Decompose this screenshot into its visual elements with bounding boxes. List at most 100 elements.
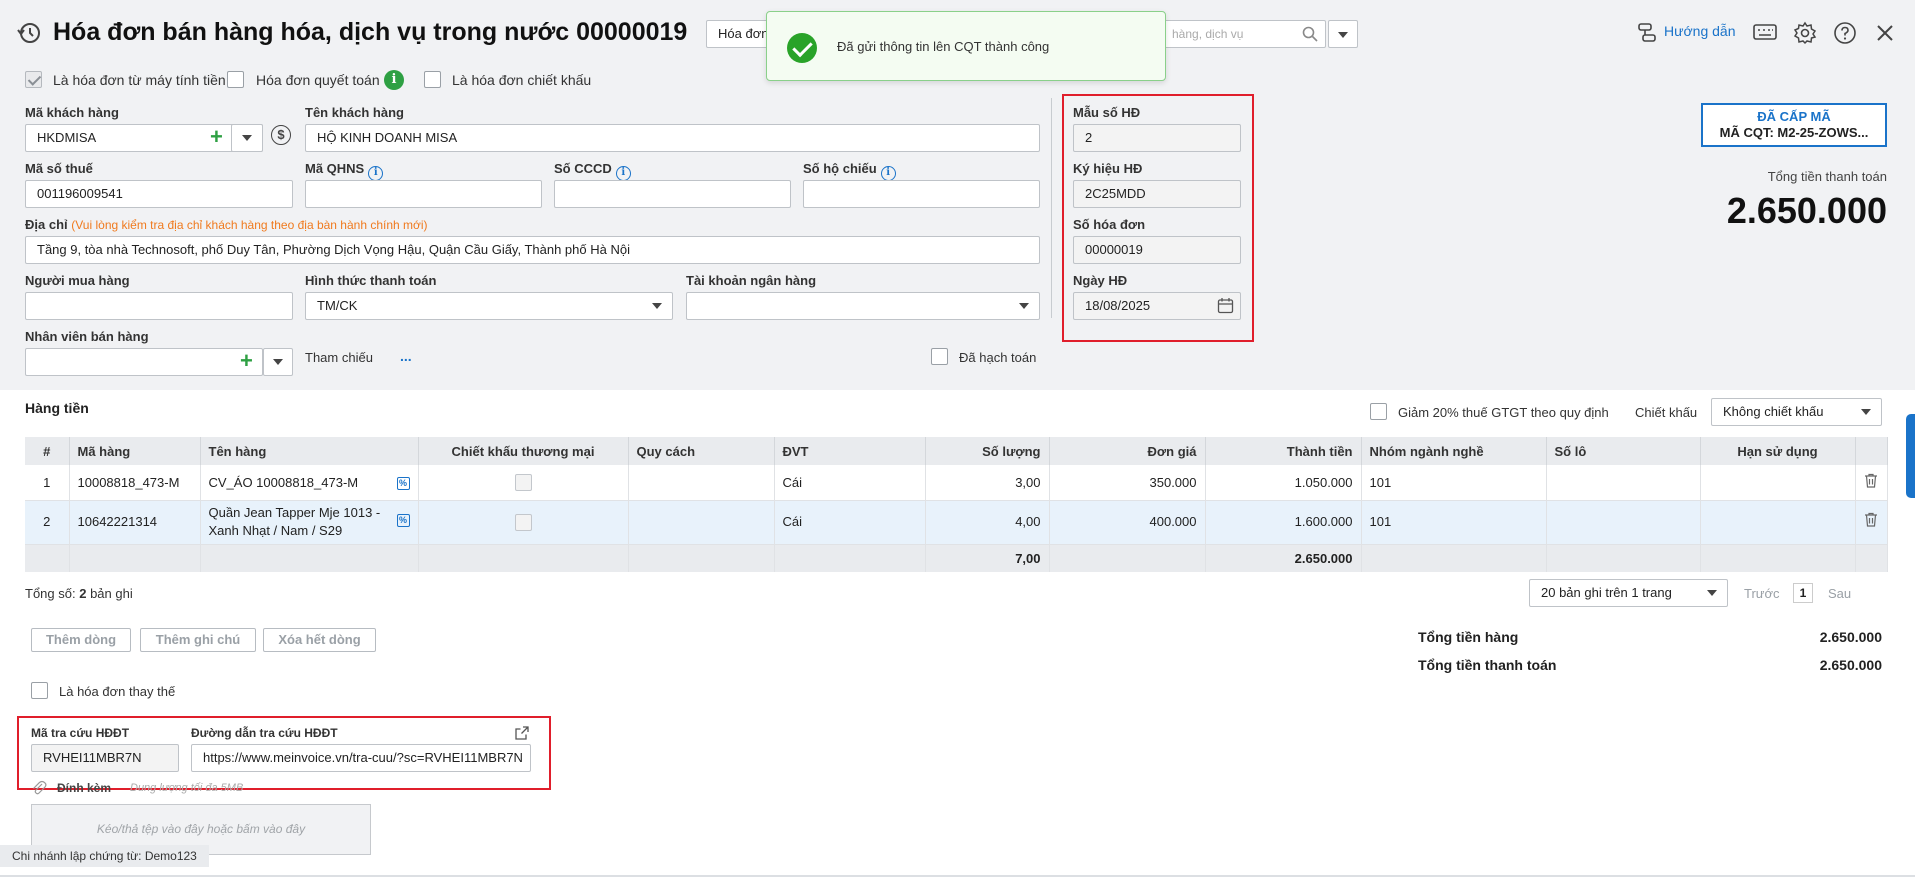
trash-icon[interactable]: [1864, 473, 1878, 488]
quantity-cell[interactable]: 3,00: [925, 465, 1050, 501]
unit-cell[interactable]: Cái: [774, 465, 926, 501]
vat-reduction-checkbox[interactable]: [1370, 403, 1387, 420]
page-title: Hóa đơn bán hàng hóa, dịch vụ trong nước…: [53, 18, 688, 46]
col-header[interactable]: ĐVT: [774, 437, 926, 465]
col-header[interactable]: Mã hàng: [69, 437, 201, 465]
check-circle-icon: [787, 33, 817, 63]
attachment-label: Đính kèm: [57, 781, 112, 795]
replacement-checkbox[interactable]: [31, 682, 48, 699]
table-row[interactable]: 1 10008818_473-M CV_ÁO 10008818_473-M% C…: [25, 465, 1888, 501]
col-header[interactable]: Thành tiền: [1205, 437, 1362, 465]
item-name-cell[interactable]: CV_ÁO 10008818_473-M%: [200, 465, 419, 501]
add-seller-icon[interactable]: +: [240, 350, 253, 372]
price-cell[interactable]: 350.000: [1049, 465, 1206, 501]
expiry-cell[interactable]: [1700, 465, 1856, 501]
item-code[interactable]: 10008818_473-M: [69, 465, 201, 501]
seller-input[interactable]: [25, 348, 263, 376]
side-panel-handle[interactable]: [1906, 414, 1915, 498]
currency-icon[interactable]: $: [271, 125, 291, 145]
search-icon[interactable]: [1302, 26, 1318, 42]
add-customer-icon[interactable]: +: [210, 126, 223, 148]
help-link[interactable]: Hướng dẫn: [1664, 23, 1735, 39]
qhns-input[interactable]: [305, 180, 542, 208]
quantity-cell[interactable]: 4,00: [925, 500, 1050, 545]
trade-discount-cell[interactable]: [418, 465, 629, 501]
history-icon[interactable]: [16, 20, 42, 46]
group-cell[interactable]: 101: [1361, 465, 1547, 501]
chevron-down-icon: [242, 135, 252, 141]
trade-discount-cell[interactable]: [418, 500, 629, 545]
info-icon[interactable]: i: [880, 166, 896, 181]
guide-icon[interactable]: [1636, 22, 1658, 44]
passport-input[interactable]: [803, 180, 1040, 208]
col-header[interactable]: Tên hàng: [200, 437, 419, 465]
info-icon[interactable]: i: [368, 166, 384, 181]
trade-discount-checkbox[interactable]: [514, 473, 532, 491]
lot-cell[interactable]: [1546, 465, 1701, 501]
item-code[interactable]: 10642221314: [69, 500, 201, 545]
col-header[interactable]: Quy cách: [628, 437, 775, 465]
info-icon[interactable]: i: [384, 70, 404, 90]
next-page-button[interactable]: Sau: [1828, 586, 1851, 601]
delete-row-cell[interactable]: [1855, 500, 1888, 545]
bank-account-select[interactable]: [686, 292, 1040, 320]
cccd-input[interactable]: [554, 180, 791, 208]
items-table: # Mã hàng Tên hàng Chiết khấu thương mại…: [25, 437, 1888, 572]
add-row-button[interactable]: Thêm dòng: [31, 628, 131, 652]
external-link-icon[interactable]: [515, 726, 529, 740]
lookup-code-input[interactable]: RVHEI11MBR7N: [31, 744, 179, 772]
page-number[interactable]: 1: [1793, 583, 1813, 603]
trade-discount-checkbox[interactable]: [514, 514, 532, 532]
col-header[interactable]: Đơn giá: [1049, 437, 1206, 465]
accounted-checkbox[interactable]: [931, 348, 948, 365]
customer-code-input[interactable]: HKDMISA: [25, 124, 263, 152]
percent-icon[interactable]: %: [396, 476, 410, 490]
add-note-button[interactable]: Thêm ghi chú: [140, 628, 256, 652]
settlement-checkbox[interactable]: [227, 71, 244, 88]
col-header[interactable]: Nhóm ngành nghề: [1361, 437, 1547, 465]
col-header[interactable]: Số lô: [1546, 437, 1701, 465]
info-icon[interactable]: i: [615, 166, 631, 181]
symbol-input[interactable]: 2C25MDD: [1073, 180, 1241, 208]
invoice-date-input[interactable]: 18/08/2025: [1073, 292, 1241, 320]
cash-register-checkbox[interactable]: [25, 71, 42, 88]
table-total-row: 7,00 2.650.000: [25, 544, 1888, 572]
invoice-number-input[interactable]: 00000019: [1073, 236, 1241, 264]
page-size-select[interactable]: 20 bản ghi trên 1 trang: [1529, 579, 1728, 607]
unit-cell[interactable]: Cái: [774, 500, 926, 545]
spec-cell[interactable]: [628, 465, 775, 501]
col-header[interactable]: Số lượng: [925, 437, 1050, 465]
price-cell[interactable]: 400.000: [1049, 500, 1206, 545]
goods-total-label: Tổng tiền hàng: [1418, 629, 1519, 645]
col-header[interactable]: Chiết khấu thương mại: [418, 437, 629, 465]
percent-icon[interactable]: %: [396, 514, 410, 527]
prev-page-button[interactable]: Trước: [1744, 586, 1780, 601]
discount-select[interactable]: Không chiết khấu: [1711, 398, 1882, 426]
trash-icon[interactable]: [1864, 512, 1878, 527]
tax-code-input[interactable]: 001196009541: [25, 180, 293, 208]
amount-cell[interactable]: 1.050.000: [1205, 465, 1362, 501]
col-header[interactable]: Hạn sử dụng: [1700, 437, 1856, 465]
buyer-input[interactable]: [25, 292, 293, 320]
table-row[interactable]: 2 10642221314 % Quần Jean Tapper Mje 1013…: [25, 500, 1888, 545]
calendar-icon[interactable]: [1217, 297, 1234, 314]
lookup-url-input[interactable]: https://www.meinvoice.vn/tra-cuu/?sc=RVH…: [191, 744, 531, 772]
close-icon[interactable]: [1875, 23, 1895, 43]
clear-rows-button[interactable]: Xóa hết dòng: [263, 628, 376, 652]
expiry-cell[interactable]: [1700, 500, 1856, 545]
gear-icon[interactable]: [1793, 21, 1817, 45]
spec-cell[interactable]: [628, 500, 775, 545]
payment-method-select[interactable]: TM/CK: [305, 292, 673, 320]
discount-invoice-checkbox[interactable]: [424, 71, 441, 88]
customer-name-input[interactable]: HỘ KINH DOANH MISA: [305, 124, 1040, 152]
address-input[interactable]: Tầng 9, tòa nhà Technosoft, phố Duy Tân,…: [25, 236, 1040, 264]
keyboard-icon[interactable]: [1753, 22, 1777, 42]
delete-row-cell[interactable]: [1855, 465, 1888, 501]
amount-cell[interactable]: 1.600.000: [1205, 500, 1362, 545]
help-icon[interactable]: [1833, 21, 1857, 45]
group-cell[interactable]: 101: [1361, 500, 1547, 545]
template-input[interactable]: 2: [1073, 124, 1241, 152]
reference-more-link[interactable]: ...: [400, 348, 412, 364]
item-name-cell[interactable]: % Quần Jean Tapper Mje 1013 - Xanh Nhạt /…: [200, 500, 419, 545]
lot-cell[interactable]: [1546, 500, 1701, 545]
